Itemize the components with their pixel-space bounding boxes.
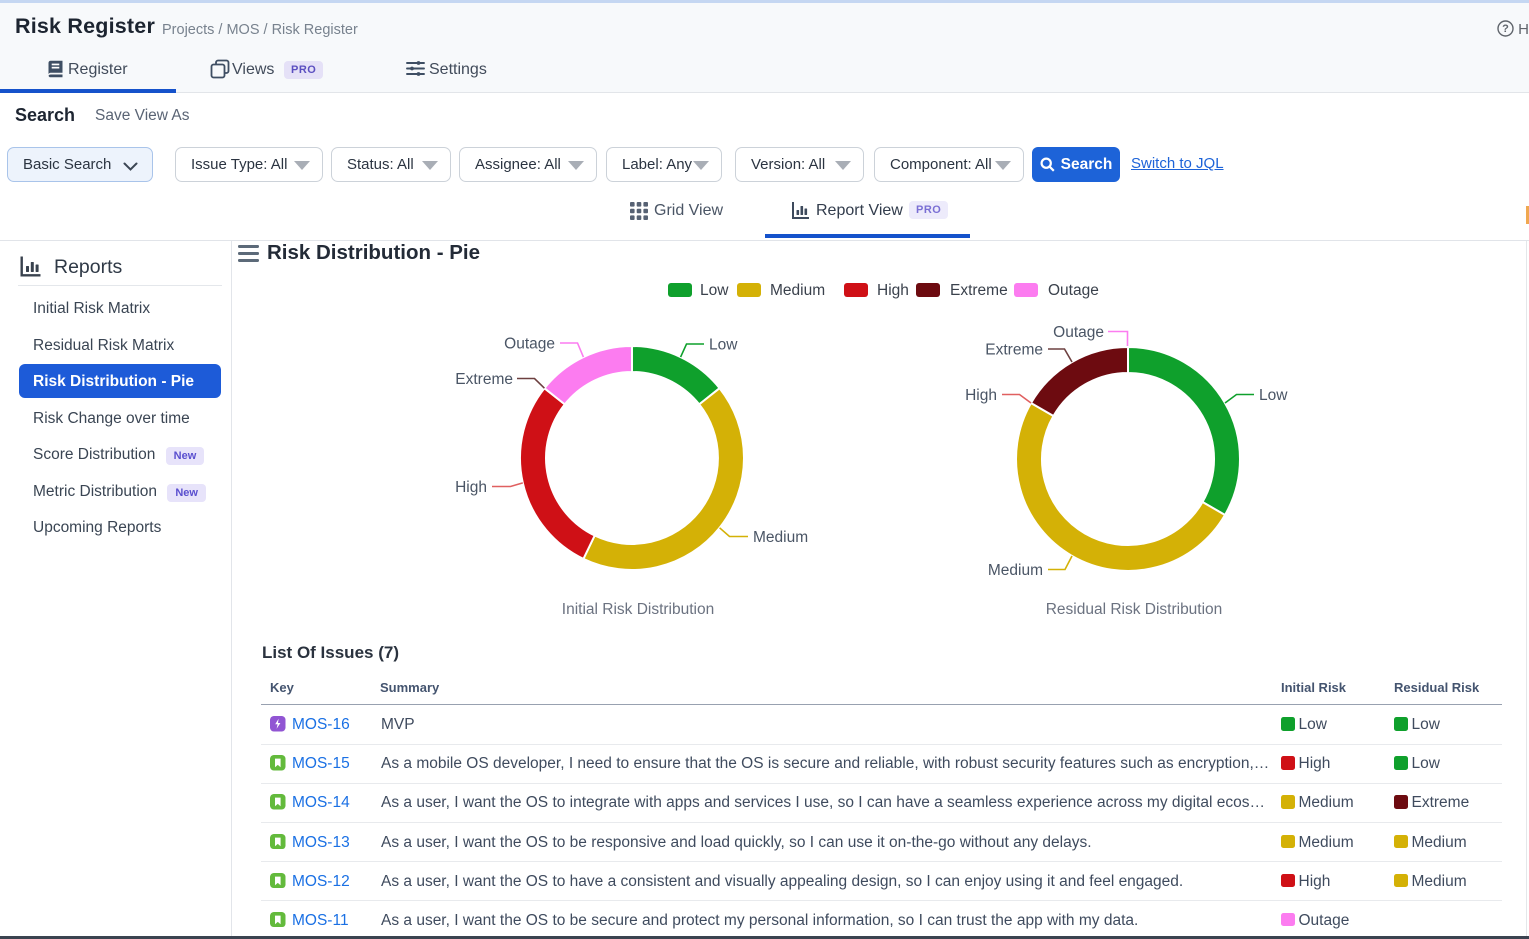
svg-text:Medium: Medium — [988, 562, 1043, 579]
svg-text:?: ? — [1502, 23, 1509, 35]
svg-text:Low: Low — [1259, 387, 1288, 404]
svg-text:Low: Low — [709, 337, 738, 354]
svg-text:High: High — [965, 387, 997, 404]
svg-text:Outage: Outage — [504, 336, 555, 353]
svg-text:Initial Risk Distribution: Initial Risk Distribution — [562, 601, 714, 618]
svg-text:Medium: Medium — [753, 529, 808, 546]
svg-text:Outage: Outage — [1053, 324, 1104, 341]
svg-text:Extreme: Extreme — [985, 342, 1043, 359]
svg-text:Extreme: Extreme — [455, 371, 513, 388]
svg-text:Residual Risk Distribution: Residual Risk Distribution — [1046, 601, 1223, 618]
svg-text:High: High — [455, 479, 487, 496]
